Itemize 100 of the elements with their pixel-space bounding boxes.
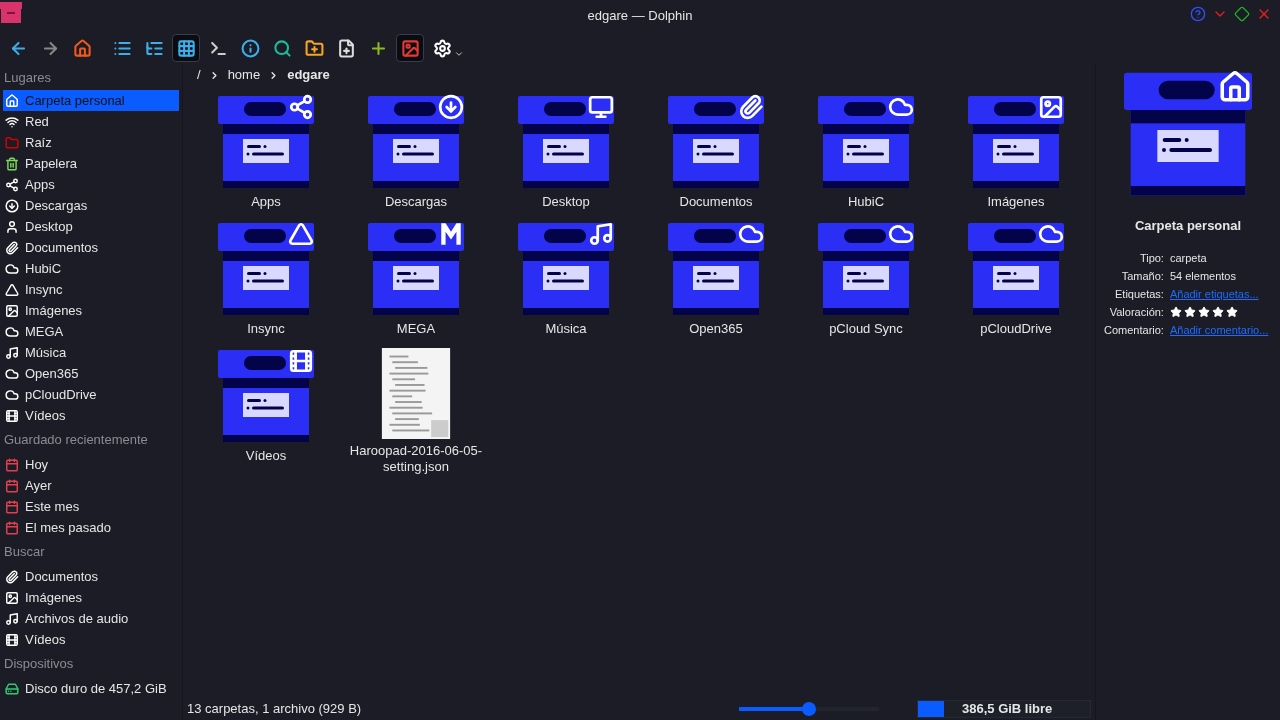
home-icon: [1218, 70, 1252, 104]
sidebar-item[interactable]: Este mes: [3, 496, 179, 517]
item-label: Descargas: [25, 196, 88, 215]
star-icon: [1211, 305, 1224, 318]
wifi-icon: [5, 114, 19, 129]
star-icon: [1183, 305, 1196, 318]
sidebar-item[interactable]: Open365: [3, 363, 179, 384]
field-label: Tamaño:: [1120, 268, 1164, 284]
breadcrumb-item[interactable]: home: [227, 65, 261, 85]
file-item[interactable]: pCloudDrive: [941, 221, 1091, 348]
file-name: MEGA: [395, 321, 437, 337]
file-name: Documentos: [678, 194, 754, 210]
calendar-icon: [5, 499, 19, 514]
file-item[interactable]: MEGA: [341, 221, 491, 348]
folder-icon: [518, 221, 614, 317]
item-label: Este mes: [25, 497, 80, 516]
section-heading: Lugares: [3, 69, 52, 87]
sidebar-item[interactable]: Vídeos: [3, 629, 179, 650]
sidebar-item[interactable]: pCloudDrive: [3, 384, 179, 405]
item-label: Documentos: [25, 567, 98, 586]
file-item[interactable]: Imágenes: [941, 94, 1091, 221]
sidebar-item[interactable]: Documentos: [3, 566, 179, 587]
image-icon: [1038, 94, 1064, 120]
folder-icon: [218, 348, 314, 444]
item-label: Apps: [25, 175, 55, 194]
sidebar-item[interactable]: Imágenes: [3, 587, 179, 608]
file-name: pCloud Sync: [828, 321, 904, 337]
slider-thumb[interactable]: [802, 702, 816, 716]
cloud-icon: [5, 261, 19, 276]
sidebar-item[interactable]: Carpeta personal: [3, 90, 179, 111]
folder-icon: [218, 94, 314, 190]
file-name: Haroopad-2016-06-05-setting.json: [348, 443, 484, 475]
sidebar-item[interactable]: Red: [3, 111, 179, 132]
item-label: Documentos: [25, 238, 98, 257]
sidebar-item[interactable]: Música: [3, 342, 179, 363]
breadcrumb-item[interactable]: edgare: [287, 65, 330, 85]
item-label: HubiC: [25, 259, 62, 278]
breadcrumb-item[interactable]: /: [197, 65, 201, 85]
section-heading: Buscar: [3, 543, 46, 561]
sidebar-item[interactable]: Documentos: [3, 237, 179, 258]
file-item[interactable]: Apps: [191, 94, 341, 221]
folder-icon: [218, 221, 314, 317]
sidebar-item[interactable]: Papelera: [3, 153, 179, 174]
file-item[interactable]: HubiC: [791, 94, 941, 221]
sidebar-item[interactable]: HubiC: [3, 258, 179, 279]
item-label: Disco duro de 457,2 GiB: [25, 679, 167, 698]
file-name: Vídeos: [244, 448, 288, 464]
item-label: Desktop: [25, 217, 73, 236]
sidebar-item[interactable]: Descargas: [3, 195, 179, 216]
calendar-icon: [5, 520, 19, 535]
maximize-icon[interactable]: [1234, 6, 1250, 22]
sidebar-item[interactable]: Ayer: [3, 475, 179, 496]
paperclip-icon: [5, 240, 19, 255]
file-item[interactable]: Open365: [641, 221, 791, 348]
star-icon: [1197, 305, 1210, 318]
sidebar-item[interactable]: Insync: [3, 279, 179, 300]
file-name: Música: [544, 321, 588, 337]
sidebar-item[interactable]: Desktop: [3, 216, 179, 237]
sidebar-item[interactable]: Archivos de audio: [3, 608, 179, 629]
item-label: Imágenes: [25, 588, 83, 607]
field-label: Comentario:: [1103, 322, 1164, 338]
file-item[interactable]: Vídeos: [191, 348, 341, 475]
item-label: Hoy: [25, 455, 49, 474]
file-item[interactable]: Documentos: [641, 94, 791, 221]
sidebar-item[interactable]: El mes pasado: [3, 517, 179, 538]
file-item[interactable]: Insync: [191, 221, 341, 348]
image-icon: [5, 590, 19, 605]
file-name: HubiC: [846, 194, 886, 210]
section-heading: Guardado recientemente: [3, 431, 149, 449]
sidebar-item[interactable]: Hoy: [3, 454, 179, 475]
sidebar-item[interactable]: Raíz: [3, 132, 179, 153]
folder-icon: [1124, 70, 1252, 198]
folder-icon: [968, 94, 1064, 190]
file-item[interactable]: pCloud Sync: [791, 221, 941, 348]
item-label: Insync: [25, 280, 63, 299]
music-icon: [5, 345, 19, 360]
cloud-icon: [5, 387, 19, 402]
film-icon: [5, 408, 19, 423]
sidebar-item[interactable]: MEGA: [3, 321, 179, 342]
sidebar-item[interactable]: Vídeos: [3, 405, 179, 426]
file-item[interactable]: Desktop: [491, 94, 641, 221]
download-icon: [5, 198, 19, 213]
sidebar-item[interactable]: Imágenes: [3, 300, 179, 321]
triangle-icon: [5, 282, 19, 297]
field-link[interactable]: Añadir etiquetas...: [1169, 285, 1274, 302]
field-label: Tipo:: [1138, 250, 1164, 266]
zoom-slider[interactable]: [739, 702, 879, 716]
help-icon[interactable]: [1190, 6, 1206, 22]
sidebar-item[interactable]: Apps: [3, 174, 179, 195]
m-logo-icon: [438, 221, 464, 247]
user-icon: [5, 219, 19, 234]
item-label: Música: [25, 343, 67, 362]
sidebar-item[interactable]: Disco duro de 457,2 GiB: [3, 678, 179, 699]
file-item[interactable]: Descargas: [341, 94, 491, 221]
field-link[interactable]: Añadir comentario...: [1169, 321, 1274, 338]
caret-icon[interactable]: [454, 49, 464, 59]
file-item[interactable]: Haroopad-2016-06-05-setting.json: [341, 348, 491, 475]
file-item[interactable]: Música: [491, 221, 641, 348]
folder-icon: [518, 94, 614, 190]
file-name: Open365: [688, 321, 744, 337]
